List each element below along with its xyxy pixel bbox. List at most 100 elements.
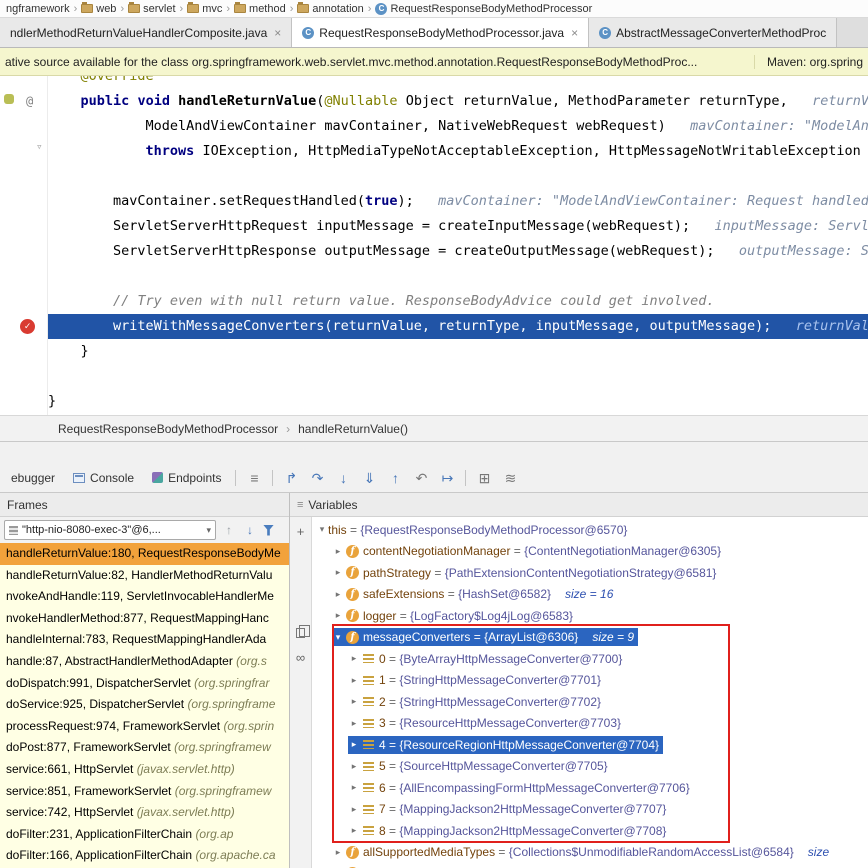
step-over-icon[interactable]: ↷ xyxy=(304,464,330,492)
expander-icon[interactable]: ▸ xyxy=(332,546,344,557)
variable-row[interactable]: ▸7 = {MappingJackson2HttpMessageConverte… xyxy=(312,799,868,821)
variable-row[interactable]: ▸fallSupportedMediaTypes = {Collections$… xyxy=(312,842,868,864)
close-icon[interactable]: × xyxy=(571,26,578,40)
frame-row[interactable]: doDispatch:991, DispatcherServlet (org.s… xyxy=(0,673,289,695)
drop-frame-icon[interactable]: ↶ xyxy=(408,464,434,492)
code-editor[interactable]: @Override public void handleReturnValue(… xyxy=(0,76,868,415)
variable-row[interactable]: ▸3 = {ResourceHttpMessageConverter@7703} xyxy=(312,713,868,735)
frame-row[interactable]: nvokeAndHandle:119, ServletInvocableHand… xyxy=(0,586,289,608)
code-line[interactable]: throws IOException, HttpMediaTypeNotAcce… xyxy=(48,139,868,164)
code-line[interactable] xyxy=(48,264,868,289)
expander-icon[interactable]: ▾ xyxy=(316,524,328,535)
expander-icon[interactable]: ▸ xyxy=(348,675,360,686)
view-breakpoints-icon[interactable]: ⊞ xyxy=(471,464,497,492)
variable-row[interactable]: ▸fpathStrategy = {PathExtensionContentNe… xyxy=(312,562,868,584)
banner-maven-link[interactable]: Maven: org.spring xyxy=(754,55,863,69)
step-out-icon[interactable]: ↑ xyxy=(382,464,408,492)
run-to-cursor-icon[interactable]: ↦ xyxy=(434,464,460,492)
frame-row[interactable]: doService:925, DispatcherServlet (org.sp… xyxy=(0,694,289,716)
restore-layout-icon[interactable]: ≡ xyxy=(241,464,267,492)
debug-tab-console[interactable]: Console xyxy=(64,463,143,492)
variable-row[interactable]: ▸2 = {StringHttpMessageConverter@7702} xyxy=(312,691,868,713)
filter-frames-icon[interactable] xyxy=(263,525,274,536)
copy-stack-icon[interactable] xyxy=(293,625,309,641)
code-line[interactable]: ModelAndViewContainer mavContainer, Nati… xyxy=(48,114,868,139)
breadcrumb-item[interactable]: servlet xyxy=(126,3,177,15)
variable-row[interactable]: ▾this = {RequestResponseBodyMethodProces… xyxy=(312,519,868,541)
code-line[interactable]: public void handleReturnValue(@Nullable … xyxy=(48,89,868,114)
variable-row[interactable]: ▸fcontentNegotiationManager = {ContentNe… xyxy=(312,541,868,563)
expander-icon[interactable]: ▸ xyxy=(348,696,360,707)
code-line[interactable]: @Override xyxy=(48,76,868,89)
editor-tab[interactable]: CAbstractMessageConverterMethodProc xyxy=(589,18,837,47)
expander-icon[interactable]: ▾ xyxy=(332,632,344,643)
fold-arrow-icon[interactable] xyxy=(36,140,43,153)
expander-icon[interactable]: ▸ xyxy=(332,847,344,858)
variable-row[interactable]: ▸8 = {MappingJackson2HttpMessageConverte… xyxy=(312,820,868,842)
breakpoint-icon[interactable] xyxy=(20,319,35,334)
next-frame-icon[interactable] xyxy=(242,523,258,537)
breadcrumb-item[interactable]: mvc xyxy=(185,3,224,15)
frame-row[interactable]: doFilter:166, ApplicationFilterChain (or… xyxy=(0,845,289,867)
frame-row[interactable]: nvokeHandlerMethod:877, RequestMappingHa… xyxy=(0,608,289,630)
code-line[interactable]: // Try even with null return value. Resp… xyxy=(48,289,868,314)
editor-tab[interactable]: ndlerMethodReturnValueHandlerComposite.j… xyxy=(0,18,292,47)
breadcrumb-item[interactable]: RequestResponseBodyMethodProcessor xyxy=(58,422,278,436)
code-line[interactable]: } xyxy=(48,389,868,414)
mute-breakpoints-icon[interactable]: ≋ xyxy=(497,464,523,492)
code-line[interactable] xyxy=(48,364,868,389)
code-line[interactable]: ServletServerHttpResponse outputMessage … xyxy=(48,239,868,264)
variable-row[interactable]: ▾fmessageConverters = {ArrayList@6306}si… xyxy=(312,627,868,649)
frame-row[interactable]: handleInternal:783, RequestMappingHandle… xyxy=(0,629,289,651)
expander-icon[interactable]: ▸ xyxy=(348,718,360,729)
add-watch-icon[interactable]: + xyxy=(293,523,309,539)
code-line[interactable]: writeWithMessageConverters(returnValue, … xyxy=(48,314,868,339)
previous-frame-icon[interactable] xyxy=(221,523,237,537)
code-line[interactable]: mavContainer.setRequestHandled(true); ma… xyxy=(48,189,868,214)
show-execution-point-icon[interactable]: ↱ xyxy=(278,464,304,492)
debug-tab-ebugger[interactable]: ebugger xyxy=(2,463,64,492)
step-into-icon[interactable]: ↓ xyxy=(330,464,356,492)
breadcrumb-item[interactable]: CRequestResponseBodyMethodProcessor xyxy=(373,3,594,15)
force-step-into-icon[interactable]: ⇓ xyxy=(356,464,382,492)
frame-row[interactable]: doPost:877, FrameworkServlet (org.spring… xyxy=(0,737,289,759)
code-line[interactable]: } xyxy=(48,339,868,364)
frame-row[interactable]: service:742, HttpServlet (javax.servlet.… xyxy=(0,802,289,824)
frame-row[interactable]: doFilter:231, ApplicationFilterChain (or… xyxy=(0,824,289,846)
editor-tab[interactable]: CRequestResponseBodyMethodProcessor.java… xyxy=(292,18,589,47)
expander-icon[interactable]: ▸ xyxy=(348,825,360,836)
breadcrumb-item[interactable]: handleReturnValue() xyxy=(298,422,408,436)
expander-icon[interactable]: ▸ xyxy=(348,761,360,772)
variable-row[interactable]: ▸fadvice = {RequestResponseBodyAdviceCha… xyxy=(312,863,868,868)
expander-icon[interactable]: ▸ xyxy=(348,653,360,664)
variable-row[interactable]: ▸0 = {ByteArrayHttpMessageConverter@7700… xyxy=(312,648,868,670)
frame-row[interactable]: processRequest:974, FrameworkServlet (or… xyxy=(0,716,289,738)
frame-row[interactable]: service:661, HttpServlet (javax.servlet.… xyxy=(0,759,289,781)
variable-row[interactable]: ▸flogger = {LogFactory$Log4jLog@6583} xyxy=(312,605,868,627)
close-icon[interactable]: × xyxy=(274,26,281,40)
frame-row[interactable]: service:851, FrameworkServlet (org.sprin… xyxy=(0,781,289,803)
debug-tab-endpoints[interactable]: Endpoints xyxy=(143,463,230,492)
breadcrumb-item[interactable]: ngframework xyxy=(4,3,72,15)
breadcrumb-item[interactable]: web xyxy=(79,3,118,15)
breadcrumb-item[interactable]: method xyxy=(232,3,288,15)
code-line[interactable] xyxy=(48,164,868,189)
expander-icon[interactable]: ▸ xyxy=(348,804,360,815)
expander-icon[interactable]: ▸ xyxy=(332,567,344,578)
variable-row[interactable]: ▸1 = {StringHttpMessageConverter@7701} xyxy=(312,670,868,692)
frame-row[interactable]: handleReturnValue:82, HandlerMethodRetur… xyxy=(0,565,289,587)
frame-row[interactable]: handle:87, AbstractHandlerMethodAdapter … xyxy=(0,651,289,673)
code-line[interactable]: ServletServerHttpRequest inputMessage = … xyxy=(48,214,868,239)
thread-selector[interactable]: "http-nio-8080-exec-3"@6,... xyxy=(4,520,216,540)
evaluate-expression-icon[interactable]: ∞ xyxy=(293,649,309,665)
expander-icon[interactable]: ▸ xyxy=(348,782,360,793)
expander-icon[interactable]: ▸ xyxy=(332,610,344,621)
expander-icon[interactable]: ▸ xyxy=(348,739,360,750)
breadcrumb-item[interactable]: annotation xyxy=(295,3,365,15)
variable-row[interactable]: ▸fsafeExtensions = {HashSet@6582}size = … xyxy=(312,584,868,606)
variable-row[interactable]: ▸5 = {SourceHttpMessageConverter@7705} xyxy=(312,756,868,778)
variable-row[interactable]: ▸6 = {AllEncompassingFormHttpMessageConv… xyxy=(312,777,868,799)
expander-icon[interactable]: ▸ xyxy=(332,589,344,600)
frame-row[interactable]: handleReturnValue:180, RequestResponseBo… xyxy=(0,543,289,565)
variable-row[interactable]: ▸4 = {ResourceRegionHttpMessageConverter… xyxy=(312,734,868,756)
